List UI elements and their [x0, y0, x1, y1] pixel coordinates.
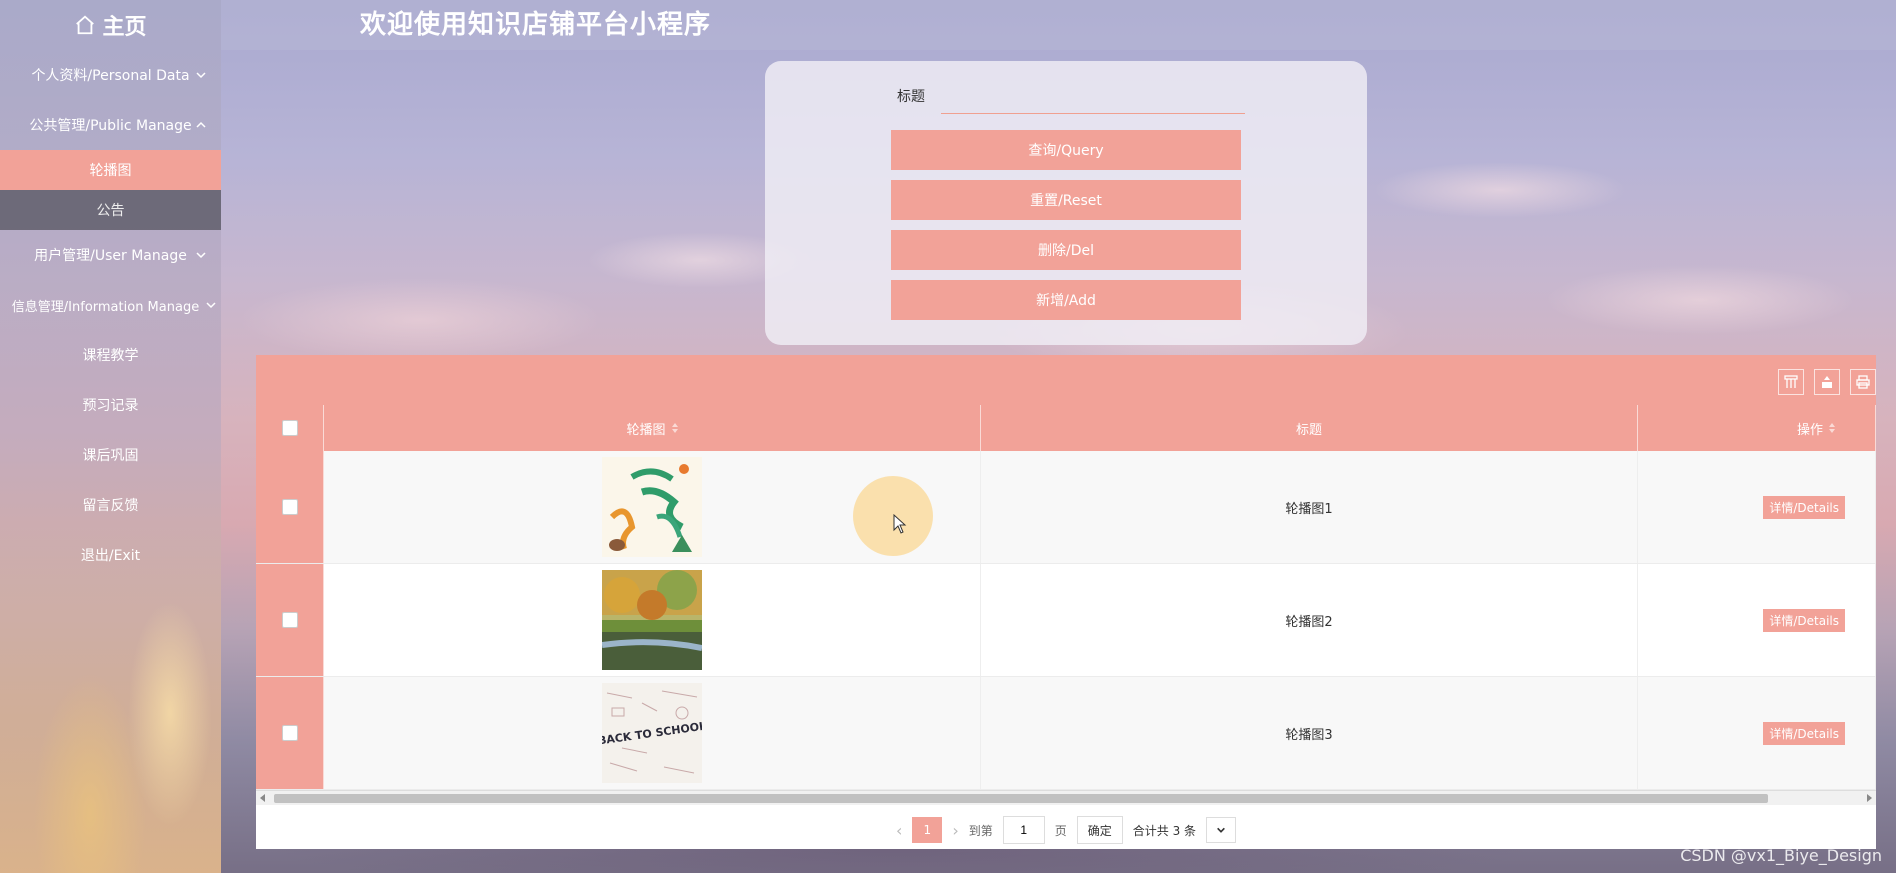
export-icon: [1822, 376, 1832, 388]
carousel-thumbnail: [602, 570, 702, 670]
watermark: CSDN @vx1_Biye_Design: [1680, 846, 1882, 865]
row-title: 轮播图3: [1285, 727, 1333, 743]
carousel-thumbnail: [602, 457, 702, 557]
sidebar-item-label: 公告: [96, 203, 125, 219]
title-filter-input[interactable]: [941, 77, 1245, 114]
sidebar-item-public-manage[interactable]: 公共管理/Public Manage: [0, 100, 221, 150]
column-header-title: 标题: [981, 405, 1638, 451]
home-link[interactable]: 主页: [0, 0, 221, 50]
mouse-pointer-icon: [893, 514, 907, 534]
home-icon: [76, 15, 95, 35]
details-button[interactable]: 详情/Details: [1763, 721, 1845, 745]
column-header-label: 标题: [1295, 422, 1322, 438]
chevron-down-icon: [196, 252, 206, 259]
row-checkbox[interactable]: [281, 612, 298, 628]
sidebar-item-preview-records[interactable]: 预习记录: [0, 380, 221, 430]
autumn-lake-image: [602, 570, 702, 670]
select-all-cell: [256, 405, 324, 451]
scroll-left-icon[interactable]: [260, 794, 265, 802]
search-panel: 标题 查询/Query 重置/Reset 删除/Del 新增/Add: [765, 61, 1367, 345]
select-all-checkbox[interactable]: [281, 420, 298, 436]
sidebar-item-label: 个人资料/Personal Data: [31, 68, 190, 84]
sort-icon[interactable]: [1829, 423, 1835, 433]
column-header-label: 操作: [1796, 422, 1823, 438]
sidebar-menu: 个人资料/Personal Data 公共管理/Public Manage 轮播…: [0, 50, 221, 580]
goto-page-input[interactable]: [1002, 816, 1045, 844]
chevron-down-icon: [1217, 827, 1225, 833]
sidebar: 主页 个人资料/Personal Data 公共管理/Public Manage…: [0, 0, 221, 873]
chevron-down-icon: [206, 302, 216, 309]
sidebar-item-label: 公共管理/Public Manage: [29, 118, 192, 134]
query-button[interactable]: 查询/Query: [891, 130, 1241, 170]
row-title: 轮播图2: [1285, 614, 1333, 630]
column-header-image[interactable]: 轮播图: [324, 405, 981, 451]
sidebar-item-user-manage[interactable]: 用户管理/User Manage: [0, 230, 221, 280]
scrollbar-thumb[interactable]: [274, 794, 1768, 803]
total-count: 合计共 3 条: [1132, 823, 1197, 838]
pagination: ‹ 1 › 到第 页 确定 合计共 3 条: [256, 805, 1876, 855]
scroll-right-icon[interactable]: [1867, 794, 1872, 802]
sidebar-item-feedback[interactable]: 留言反馈: [0, 480, 221, 530]
row-title: 轮播图1: [1285, 501, 1333, 517]
column-header-action[interactable]: 操作: [1638, 405, 1876, 451]
columns-filter-button[interactable]: [1778, 369, 1804, 395]
next-page-icon[interactable]: ›: [952, 821, 958, 840]
goto-label: 到第: [968, 823, 993, 838]
carousel-thumbnail: BACK TO SCHOOL: [602, 683, 702, 783]
back-to-school-image: BACK TO SCHOOL: [602, 683, 702, 783]
table-toolbar: [256, 355, 1876, 405]
page-number-current[interactable]: 1: [912, 817, 943, 843]
export-button[interactable]: [1814, 369, 1840, 395]
sidebar-item-notice[interactable]: 公告: [0, 190, 221, 230]
columns-icon: [1784, 375, 1798, 388]
details-button[interactable]: 详情/Details: [1763, 495, 1845, 519]
table-row: BACK TO SCHOOL 轮播图3 详情/Details: [256, 677, 1876, 790]
title-filter-label: 标题: [897, 89, 925, 105]
reset-button[interactable]: 重置/Reset: [891, 180, 1241, 220]
sidebar-item-label: 信息管理/Information Manage: [11, 299, 200, 315]
delete-button[interactable]: 删除/Del: [891, 230, 1241, 270]
table-header: 轮播图 标题 操作: [256, 405, 1876, 451]
sidebar-item-after-class[interactable]: 课后巩固: [0, 430, 221, 480]
print-button[interactable]: [1850, 369, 1876, 395]
sidebar-item-label: 预习记录: [82, 398, 139, 414]
sidebar-item-label: 课程教学: [82, 348, 139, 364]
sidebar-item-label: 用户管理/User Manage: [34, 248, 187, 264]
sidebar-item-carousel[interactable]: 轮播图: [0, 150, 221, 190]
print-icon: [1856, 375, 1870, 389]
sidebar-item-personal-data[interactable]: 个人资料/Personal Data: [0, 50, 221, 100]
sidebar-item-label: 留言反馈: [82, 498, 139, 514]
sidebar-item-information-manage[interactable]: 信息管理/Information Manage: [0, 280, 221, 330]
sort-icon[interactable]: [671, 423, 678, 433]
data-table: 轮播图 标题 操作 轮播图1 详情/Details 轮播图2 详情/Detail…: [256, 355, 1876, 849]
column-header-label: 轮播图: [626, 422, 666, 438]
page-title: 欢迎使用知识店铺平台小程序: [360, 10, 712, 40]
prev-page-icon[interactable]: ‹: [896, 821, 902, 840]
table-row: 轮播图2 详情/Details: [256, 564, 1876, 677]
goto-confirm-button[interactable]: 确定: [1076, 816, 1123, 844]
row-checkbox[interactable]: [281, 725, 298, 741]
home-label: 主页: [102, 15, 147, 40]
sidebar-item-label: 退出/Exit: [80, 548, 141, 564]
page-unit-label: 页: [1054, 823, 1067, 838]
sidebar-item-exit[interactable]: 退出/Exit: [0, 530, 221, 580]
details-button[interactable]: 详情/Details: [1763, 608, 1845, 632]
page-size-select[interactable]: [1206, 817, 1237, 843]
chevron-down-icon: [196, 72, 206, 79]
horizontal-scrollbar[interactable]: [256, 790, 1876, 805]
table-row: 轮播图1 详情/Details: [256, 451, 1876, 564]
add-button[interactable]: 新增/Add: [891, 280, 1241, 320]
sidebar-item-label: 课后巩固: [82, 448, 139, 464]
sidebar-item-label: 轮播图: [89, 163, 132, 179]
chevron-up-icon: [196, 121, 206, 128]
table-body: 轮播图1 详情/Details 轮播图2 详情/Details BACK TO …: [256, 451, 1876, 790]
row-checkbox[interactable]: [281, 499, 298, 515]
youth-poster-image: [602, 457, 702, 557]
sidebar-item-course-teaching[interactable]: 课程教学: [0, 330, 221, 380]
